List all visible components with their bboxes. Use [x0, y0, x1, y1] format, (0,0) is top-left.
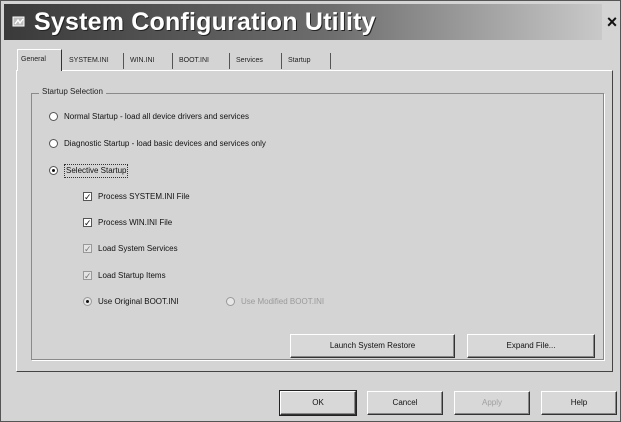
expand-file-button[interactable]: Expand File... [467, 334, 595, 358]
system-configuration-window: System Configuration Utility × General S… [0, 0, 621, 422]
msconfig-icon [12, 16, 25, 27]
diagnostic-startup-radio[interactable] [49, 139, 58, 148]
load-startup-items-checkbox[interactable]: ✓ [83, 271, 92, 281]
load-system-services-checkbox[interactable]: ✓ [83, 244, 92, 254]
startup-selection-label: Startup Selection [39, 87, 106, 96]
use-original-boot-ini-radio[interactable] [83, 297, 92, 306]
selective-startup-label: Selective Startup [64, 164, 129, 178]
window-title: System Configuration Utility [34, 8, 376, 36]
load-system-services-label: Load System Services [98, 244, 178, 253]
process-win-ini-label: Process WIN.INI File [98, 218, 173, 227]
tab-win-ini[interactable]: WIN.INI [127, 53, 173, 69]
apply-button[interactable]: Apply [454, 391, 530, 415]
use-original-boot-ini-label: Use Original BOOT.INI [98, 297, 179, 306]
use-modified-boot-ini-label: Use Modified BOOT.INI [241, 297, 325, 306]
process-win-ini-checkbox[interactable]: ✓ [83, 218, 92, 228]
ok-button[interactable]: OK [279, 390, 357, 416]
launch-system-restore-button[interactable]: Launch System Restore [290, 334, 455, 358]
diagnostic-startup-label: Diagnostic Startup - load basic devices … [64, 139, 266, 148]
normal-startup-label: Normal Startup - load all device drivers… [64, 112, 249, 121]
use-modified-boot-ini-radio[interactable] [226, 297, 235, 306]
selective-startup-radio[interactable] [49, 166, 58, 175]
process-system-ini-checkbox[interactable]: ✓ [83, 192, 92, 202]
close-button[interactable]: × [604, 9, 620, 35]
load-startup-items-label: Load Startup Items [98, 271, 166, 280]
cancel-button[interactable]: Cancel [367, 391, 443, 415]
tab-general[interactable]: General [17, 49, 62, 71]
tab-boot-ini[interactable]: BOOT.INI [176, 53, 230, 69]
help-button[interactable]: Help [541, 391, 617, 415]
tab-system-ini[interactable]: SYSTEM.INI [66, 53, 124, 69]
normal-startup-radio[interactable] [49, 112, 58, 121]
tab-services[interactable]: Services [233, 53, 282, 69]
tab-startup[interactable]: Startup [285, 53, 331, 69]
title-bar[interactable]: System Configuration Utility [4, 4, 602, 40]
close-icon: × [606, 12, 618, 32]
process-system-ini-label: Process SYSTEM.INI File [98, 192, 190, 201]
